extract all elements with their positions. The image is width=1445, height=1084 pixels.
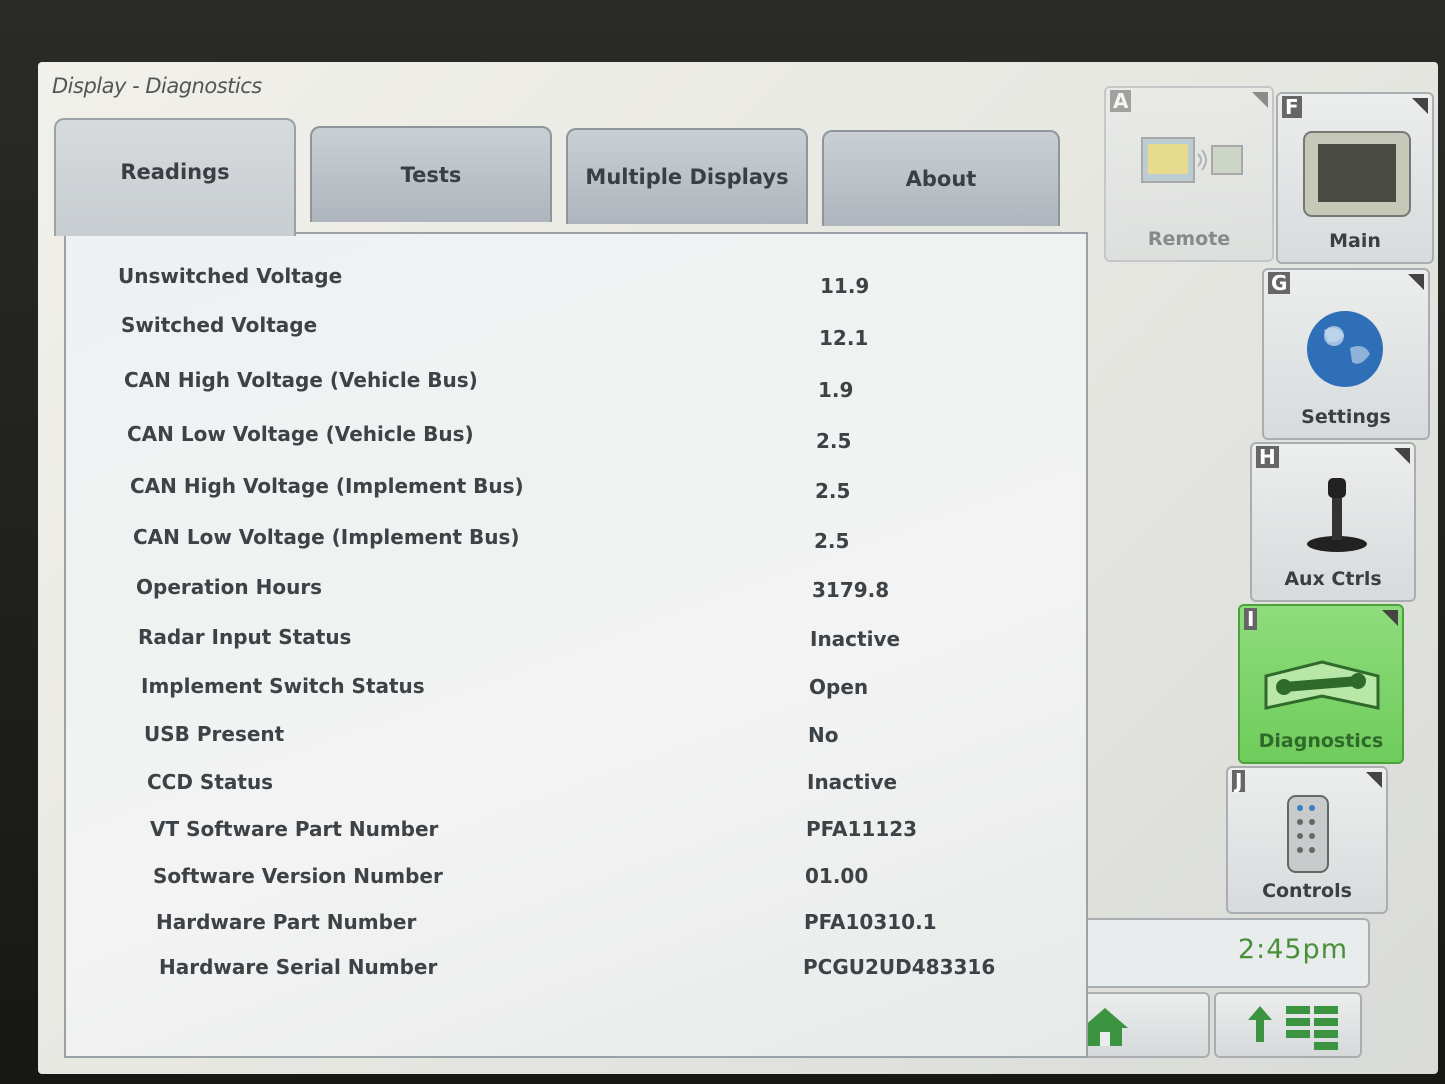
remote-button[interactable]: A Remote — [1104, 86, 1274, 262]
reading-value-implement-switch-status: Open — [809, 675, 869, 699]
reading-label-hardware-serial-number: Hardware Serial Number — [159, 955, 438, 979]
reading-value-software-version-number: 01.00 — [805, 864, 869, 888]
window-title: Display - Diagnostics — [52, 74, 262, 98]
joystick-icon — [1307, 478, 1367, 552]
corner-indicator-icon — [1252, 92, 1268, 108]
reading-label-hardware-part-number: Hardware Part Number — [156, 910, 417, 934]
main-button[interactable]: F Main — [1276, 92, 1434, 264]
reading-label-software-version-number: Software Version Number — [153, 864, 443, 888]
reading-label-usb-present: USB Present — [144, 722, 285, 746]
reading-value-radar-input-status: Inactive — [810, 627, 901, 651]
reading-value-ccd-status: Inactive — [807, 770, 898, 794]
reading-value-hardware-part-number: PFA10310.1 — [804, 910, 937, 934]
reading-value-can-low-implement: 2.5 — [814, 529, 850, 553]
reading-value-usb-present: No — [808, 723, 839, 747]
reading-label-radar-input-status: Radar Input Status — [138, 625, 352, 649]
tab-about[interactable]: About — [822, 130, 1060, 226]
controls-button[interactable]: J Controls — [1226, 766, 1388, 914]
reading-label-ccd-status: CCD Status — [147, 770, 274, 794]
reading-label-operation-hours: Operation Hours — [136, 575, 323, 599]
remote-display-icon — [1141, 137, 1243, 183]
softkey-letter-a: A — [1110, 90, 1132, 112]
globe-icon — [1307, 311, 1383, 387]
settings-button[interactable]: G Settings — [1262, 268, 1430, 440]
monitor-icon — [1303, 131, 1411, 217]
reading-label-can-high-vehicle: CAN High Voltage (Vehicle Bus) — [124, 368, 478, 392]
corner-indicator-icon — [1408, 274, 1424, 290]
reading-label-can-low-vehicle: CAN Low Voltage (Vehicle Bus) — [127, 422, 474, 446]
up-arrow-grid-icon — [1248, 1006, 1338, 1050]
reading-value-can-high-implement: 2.5 — [815, 479, 851, 503]
clock-time: 2:45pm — [1237, 934, 1348, 965]
softkey-letter-g: G — [1268, 272, 1291, 294]
corner-indicator-icon — [1394, 448, 1410, 464]
reading-value-can-high-vehicle: 1.9 — [818, 378, 854, 402]
softkey-letter-f: F — [1282, 96, 1302, 118]
reading-value-switched-voltage: 12.1 — [819, 326, 869, 350]
corner-indicator-icon — [1366, 772, 1382, 788]
tab-tests[interactable]: Tests — [310, 126, 552, 222]
diagnostics-button[interactable]: I Diagnostics — [1238, 604, 1404, 764]
wrench-book-icon — [1264, 660, 1380, 710]
reading-label-vt-software-part-number: VT Software Part Number — [150, 817, 439, 841]
aux-ctrls-label: Aux Ctrls — [1284, 568, 1382, 590]
reading-value-can-low-vehicle: 2.5 — [816, 429, 852, 453]
reading-value-operation-hours: 3179.8 — [812, 578, 890, 602]
reading-label-can-high-implement: CAN High Voltage (Implement Bus) — [130, 474, 524, 498]
remote-control-icon — [1287, 795, 1329, 873]
main-label: Main — [1329, 230, 1381, 252]
aux-ctrls-button[interactable]: H Aux Ctrls — [1250, 442, 1416, 602]
reading-label-can-low-implement: CAN Low Voltage (Implement Bus) — [133, 525, 520, 549]
reading-value-vt-software-part-number: PFA11123 — [806, 817, 918, 841]
tab-multiple-displays[interactable]: Multiple Displays — [566, 128, 808, 224]
clock-panel: 2:45pm — [1064, 918, 1370, 988]
remote-label: Remote — [1147, 228, 1231, 250]
controls-label: Controls — [1262, 880, 1352, 902]
softkey-letter-h: H — [1256, 446, 1279, 468]
reading-value-unswitched-voltage: 11.9 — [820, 274, 870, 298]
corner-indicator-icon — [1412, 98, 1428, 114]
tab-readings[interactable]: Readings — [54, 118, 296, 236]
softkey-letter-i: I — [1244, 608, 1258, 630]
settings-label: Settings — [1301, 406, 1391, 428]
menu-button[interactable] — [1214, 992, 1362, 1058]
diagnostics-label: Diagnostics — [1258, 730, 1384, 752]
reading-label-switched-voltage: Switched Voltage — [121, 313, 318, 337]
reading-label-unswitched-voltage: Unswitched Voltage — [118, 264, 343, 288]
reading-label-implement-switch-status: Implement Switch Status — [141, 674, 425, 698]
reading-value-hardware-serial-number: PCGU2UD483316 — [803, 955, 996, 979]
corner-indicator-icon — [1382, 610, 1398, 626]
softkey-letter-j: J — [1232, 770, 1246, 792]
